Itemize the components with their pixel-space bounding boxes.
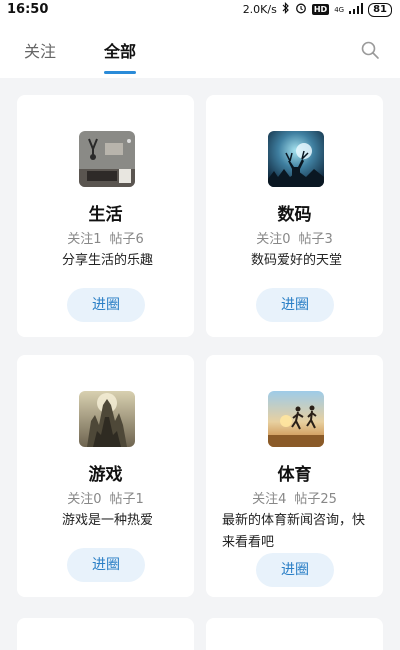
game-thumbnail [79,391,135,447]
network-type: 4G [334,5,345,14]
enter-circle-button[interactable]: 进圈 [67,288,145,322]
circle-description: 最新的体育新闻咨询，快来看看吧 [222,513,366,550]
sports-thumbnail [268,391,324,447]
circle-description: 分享生活的乐趣 [61,253,153,268]
network-speed: 2.0K/s [242,3,277,16]
follow-count: 关注4 [252,492,287,507]
hd-icon: HD [311,4,330,15]
follow-count: 关注1 [67,232,102,247]
life-thumbnail [79,131,135,187]
circle-card-digital[interactable]: 数码 关注0 帖子3 数码爱好的天堂 进圈 [206,95,383,337]
signal-icon [349,2,364,17]
enter-circle-button[interactable]: 进圈 [256,553,334,587]
post-count: 帖子1 [109,492,144,507]
circle-card-partial[interactable] [17,618,194,650]
enter-circle-button[interactable]: 进圈 [256,288,334,322]
alarm-icon [295,2,307,17]
search-button[interactable] [360,40,380,60]
battery-indicator: 81 [368,2,392,17]
circle-name: 体育 [277,465,312,485]
circle-stats: 关注1 帖子6 [17,228,194,247]
circle-name: 生活 [88,205,123,225]
circle-stats: 关注0 帖子1 [17,488,194,507]
circle-name: 数码 [277,205,312,225]
post-count: 帖子25 [294,492,337,507]
bluetooth-icon [282,2,290,17]
tab-follow[interactable]: 关注 [24,38,56,62]
circle-description: 游戏是一种热爱 [61,513,153,528]
circle-card-life[interactable]: 生活 关注1 帖子6 分享生活的乐趣 进圈 [17,95,194,337]
status-icons: 2.0K/s HD 4G 81 [243,2,392,17]
enter-circle-button[interactable]: 进圈 [67,548,145,582]
circle-name: 游戏 [88,465,123,485]
circle-card-partial[interactable] [206,618,383,650]
post-count: 帖子6 [109,232,144,247]
follow-count: 关注0 [256,232,291,247]
follow-count: 关注0 [67,492,102,507]
post-count: 帖子3 [298,232,333,247]
circle-card-sports[interactable]: 体育 关注4 帖子25 最新的体育新闻咨询，快来看看吧 进圈 [206,355,383,597]
tab-all[interactable]: 全部 [104,38,136,62]
circle-card-game[interactable]: 游戏 关注0 帖子1 游戏是一种热爱 进圈 [17,355,194,597]
digital-thumbnail [268,131,324,187]
search-icon [361,41,379,59]
status-bar: 16:50 2.0K/s HD 4G 81 [0,0,400,22]
active-tab-indicator [104,71,136,74]
status-time: 16:50 [7,2,49,17]
circle-stats: 关注0 帖子3 [206,228,383,247]
circle-description: 数码爱好的天堂 [250,253,342,268]
circle-stats: 关注4 帖子25 [206,488,383,507]
top-tab-bar: 关注 全部 [0,22,400,78]
